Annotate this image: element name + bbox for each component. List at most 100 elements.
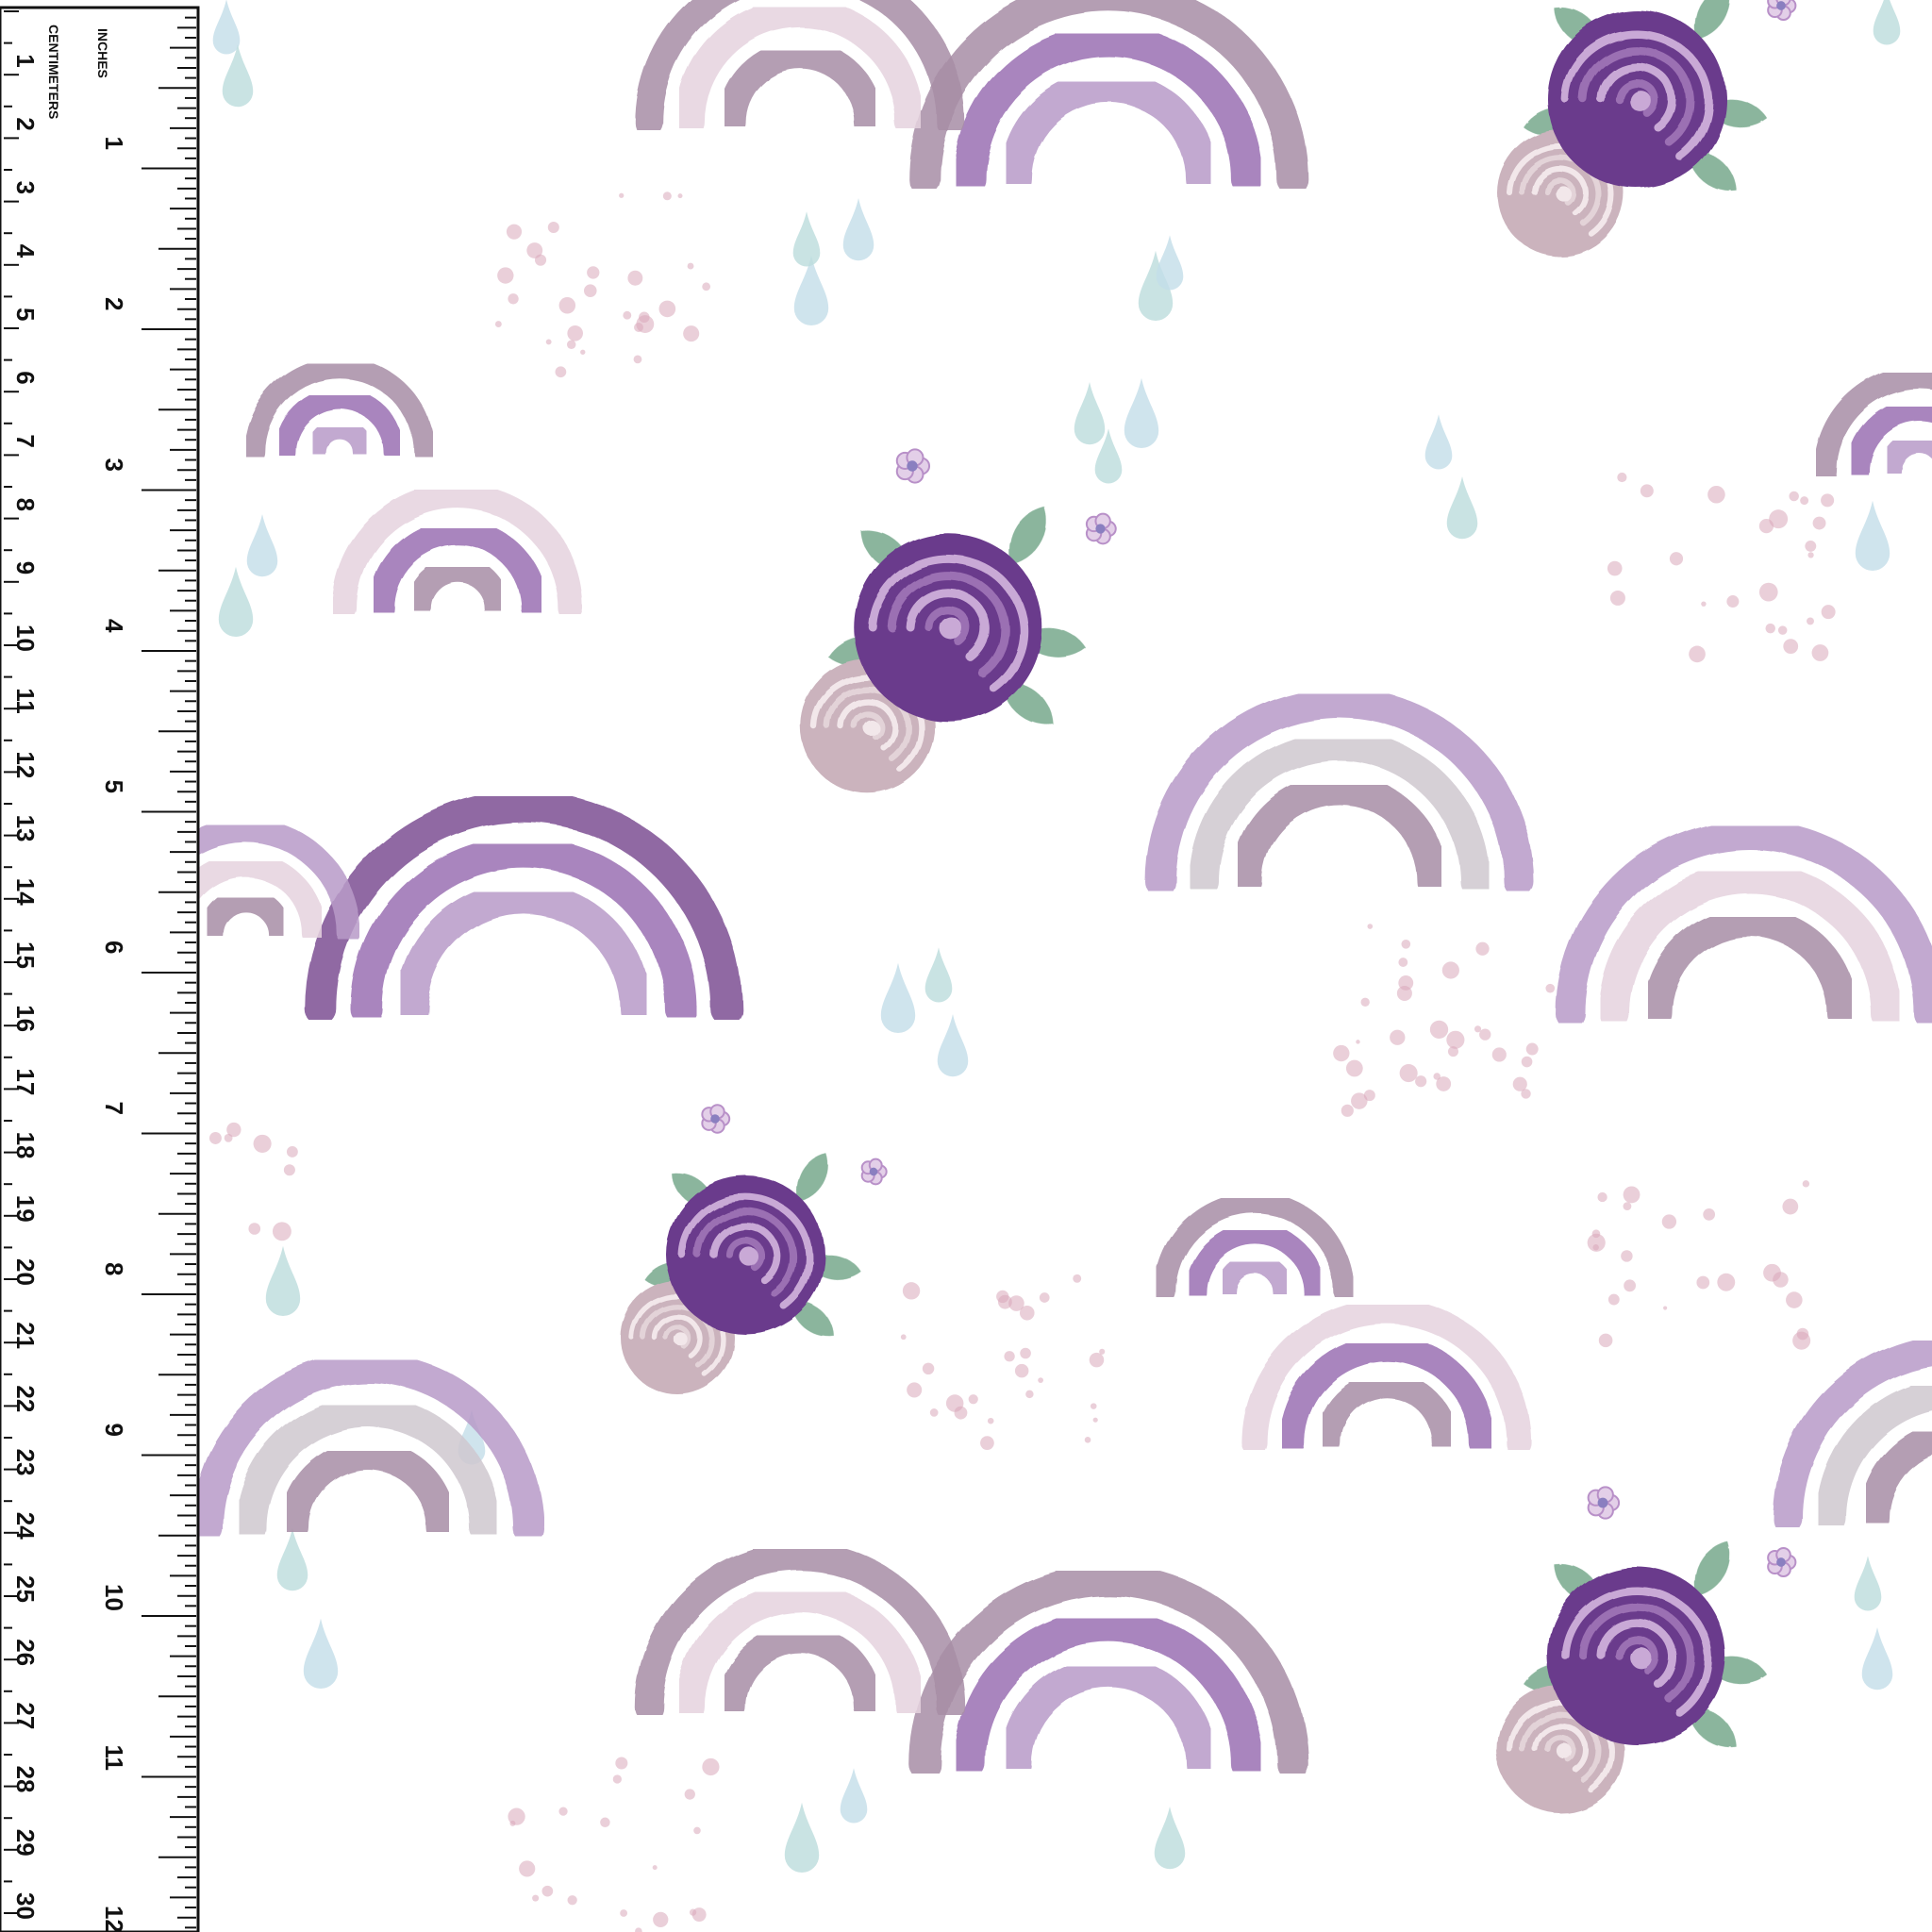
speckle [1415,1075,1427,1088]
speckle [532,1894,540,1902]
speckle [658,300,676,318]
speckle [1758,582,1778,602]
speckle [1345,1059,1363,1077]
speckle [555,366,567,378]
speckle [1607,560,1623,576]
speckle [1014,1363,1029,1378]
cm-number: 1 [11,54,40,67]
speckle [1587,1233,1606,1252]
cm-number: 8 [11,498,40,511]
speckle [1696,1275,1710,1290]
rose-center [1629,90,1652,112]
speckle [1597,1191,1607,1203]
inch-number: 8 [100,1262,128,1275]
speckle [954,1406,968,1420]
speckle [1821,605,1836,620]
speckle [929,1408,939,1417]
speckle [1701,601,1707,607]
speckle [497,267,514,284]
inch-number: 3 [100,458,128,472]
inch-number: 1 [100,137,128,150]
flower-center [907,460,918,472]
rose-center [1629,1646,1652,1669]
cm-number: 20 [11,1258,40,1286]
speckle [272,1222,291,1241]
rose-center [674,1332,689,1347]
speckle [623,310,632,320]
speckle [612,1774,622,1784]
speckle [541,1885,554,1897]
speckle [1479,1028,1491,1041]
speckle [509,1820,516,1826]
speckle [1363,1090,1375,1102]
speckle [633,355,642,364]
speckle [1717,1273,1736,1291]
speckle [580,349,586,355]
measurement-ruler: CENTIMETERS INCHES 123456789101112131415… [0,6,200,1932]
speckle [1092,1417,1098,1423]
cm-number: 6 [11,371,40,384]
speckle [1446,1030,1465,1049]
speckle [208,1132,222,1144]
speckle [1783,639,1799,655]
speckle [619,192,625,198]
speckle [677,193,683,199]
cm-number: 15 [11,941,40,969]
speckle [1545,983,1556,993]
cm-number: 24 [11,1512,40,1540]
cm-number: 9 [11,561,40,575]
speckle [1802,1180,1810,1188]
speckle [567,1895,577,1906]
cm-number: 18 [11,1132,40,1159]
speckle [248,1223,261,1235]
speckle [534,254,547,266]
speckle [1525,1042,1539,1056]
speckle [566,340,576,349]
speckle [1609,590,1625,606]
speckle [1360,997,1370,1008]
cm-number: 26 [11,1639,40,1666]
speckle [1703,1208,1716,1221]
speckle [1433,1073,1441,1080]
speckle [615,1757,628,1770]
speckle [693,1826,701,1835]
cm-number: 11 [11,688,40,714]
inch-number: 2 [100,297,128,310]
flower-center [710,1114,720,1124]
speckle [1812,516,1826,530]
speckle [1707,485,1725,504]
speckle [689,1908,697,1916]
speckle [1341,1104,1354,1117]
speckle [907,1382,923,1398]
speckle [639,311,650,324]
rose-center [862,719,880,737]
speckle [1491,1047,1507,1062]
rose-center [739,1246,759,1267]
ruler-cm-label: CENTIMETERS [46,25,61,119]
inch-number: 10 [100,1584,128,1611]
cm-number: 17 [11,1068,40,1095]
speckle [1807,552,1814,558]
speckle [1356,1040,1360,1044]
speckle [1689,645,1706,663]
rose-icon [1547,9,1726,189]
speckle [600,1817,610,1828]
rose-center [1556,186,1573,203]
speckle [968,1394,978,1405]
speckle [1777,625,1788,635]
speckle [519,1860,536,1877]
speckle [1441,961,1459,979]
speckle [1805,540,1817,552]
speckle [558,1807,568,1816]
rose-center [1556,1742,1573,1759]
speckle [1789,491,1799,502]
speckle [996,1290,1009,1304]
flower-center [1776,1,1786,10]
cm-number: 27 [11,1702,40,1729]
speckle [567,325,583,341]
speckle [1399,1064,1418,1083]
cm-number: 10 [11,625,40,652]
cm-number: 5 [11,308,40,321]
speckle [1073,1274,1082,1283]
speckle [1769,509,1789,529]
